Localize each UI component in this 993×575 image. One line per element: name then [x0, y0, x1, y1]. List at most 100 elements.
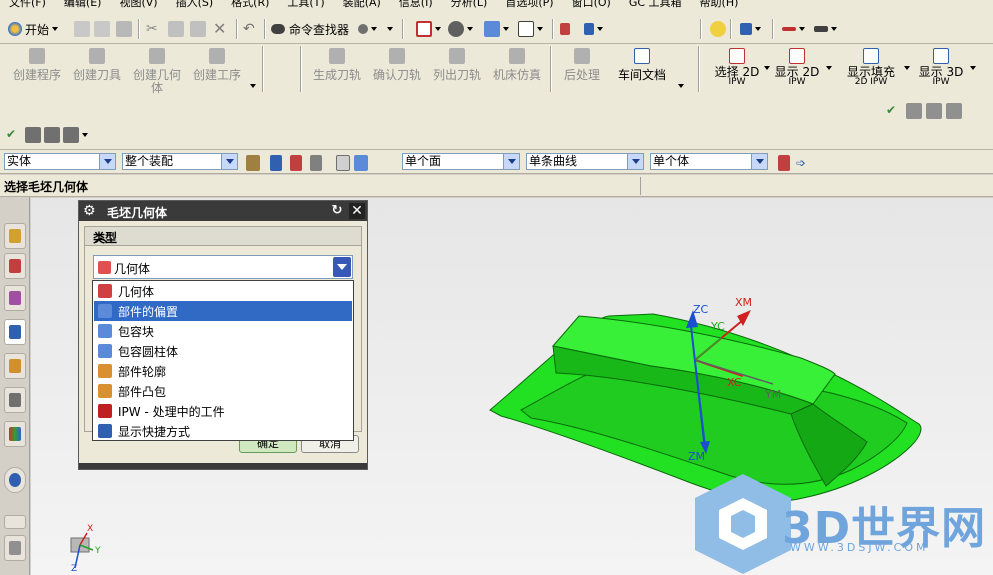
chevron-down-icon[interactable]: [333, 257, 351, 277]
chevron-down-icon[interactable]: [764, 66, 770, 70]
selection-extra-tools[interactable]: ➩: [778, 152, 806, 174]
resource-library[interactable]: [4, 353, 26, 379]
background-button[interactable]: [518, 18, 543, 40]
menu-item[interactable]: 视图(V): [110, 0, 166, 9]
list-path-button[interactable]: 列出刀轨: [430, 46, 484, 94]
machine-sim-button[interactable]: 机床仿真: [490, 46, 544, 94]
new-file-button[interactable]: [74, 18, 90, 40]
resource-process[interactable]: [4, 387, 26, 413]
type-group-header[interactable]: 类型 ︿: [84, 226, 362, 246]
show-3d-ipw-button[interactable]: 显示 3D IPW: [916, 46, 966, 94]
render-style-button[interactable]: [448, 18, 473, 40]
postprocess-button[interactable]: 后处理: [558, 46, 606, 94]
dropdown-option[interactable]: 显示快捷方式: [94, 421, 352, 441]
create-operation-button[interactable]: 创建工序: [190, 46, 244, 94]
open-file-button[interactable]: [94, 18, 110, 40]
menu-item[interactable]: 编辑(E): [55, 0, 111, 9]
chevron-up-icon[interactable]: ︿: [93, 228, 109, 244]
menu-item[interactable]: GC 工具箱: [620, 0, 691, 9]
menu-item[interactable]: 帮助(H): [691, 0, 748, 9]
save-button[interactable]: [116, 18, 132, 40]
start-button[interactable]: 开始: [8, 18, 59, 40]
snap-button[interactable]: [560, 18, 603, 40]
cue-text: 选择毛坯几何体: [4, 180, 89, 194]
filter-tools[interactable]: [246, 152, 368, 174]
menu-item[interactable]: 信息(I): [390, 0, 442, 9]
resource-operation-nav[interactable]: [4, 319, 26, 345]
type-select[interactable]: 几何体: [93, 255, 353, 279]
resource-roles[interactable]: [4, 535, 26, 561]
menu-item[interactable]: 文件(F): [0, 0, 55, 9]
chevron-down-icon: [467, 27, 473, 31]
tool-icon: [906, 103, 922, 119]
dropdown-option[interactable]: 包容圆柱体: [94, 341, 352, 361]
shop-doc-label: 车间文档: [617, 68, 666, 82]
menu-item[interactable]: 分析(L): [442, 0, 497, 9]
cam-settings-button[interactable]: [710, 18, 726, 40]
view-orientation-button[interactable]: [484, 18, 509, 40]
body-rule-dropdown[interactable]: 单个体: [650, 153, 768, 170]
select-2d-ipw-button[interactable]: 选择 2D IPW: [712, 46, 762, 94]
command-finder-button[interactable]: 命令查找器: [271, 18, 349, 40]
cut-button[interactable]: ✂: [146, 18, 162, 40]
menu-item[interactable]: 装配(A): [334, 0, 390, 9]
dropdown-option[interactable]: 部件凸包: [94, 381, 352, 401]
chevron-down-icon: [503, 27, 509, 31]
chevron-down-icon[interactable]: [250, 84, 256, 88]
scope-dropdown[interactable]: 整个装配: [122, 153, 238, 170]
close-icon[interactable]: ✕: [349, 203, 365, 219]
generate-path-button[interactable]: 生成刀轨: [310, 46, 364, 94]
chevron-down-icon: [799, 27, 805, 31]
layout-button[interactable]: [416, 18, 441, 40]
resource-part-nav[interactable]: [4, 285, 26, 311]
chevron-down-icon: [371, 27, 377, 31]
paste-button[interactable]: [190, 18, 206, 40]
measure-button[interactable]: [782, 18, 805, 40]
reset-icon[interactable]: ↻: [329, 203, 345, 219]
delete-button[interactable]: ✕: [213, 18, 229, 40]
chevron-down-icon[interactable]: [904, 66, 910, 70]
menu-item[interactable]: 格式(R): [222, 0, 278, 9]
shop-doc-button[interactable]: 车间文档: [614, 46, 670, 94]
dropdown-option[interactable]: 部件轮廓: [94, 361, 352, 381]
chevron-down-icon[interactable]: [970, 66, 976, 70]
dropdown-option[interactable]: 包容块: [94, 321, 352, 341]
chevron-down-icon[interactable]: [826, 66, 832, 70]
chevron-down-icon[interactable]: [678, 84, 684, 88]
menu-item[interactable]: 工具(T): [278, 0, 333, 9]
ruler-button[interactable]: [814, 18, 837, 40]
feature-button[interactable]: [740, 18, 761, 40]
snap-point-icon: [270, 155, 282, 171]
copy-button[interactable]: [168, 18, 184, 40]
dropdown-option[interactable]: 部件的偏置: [94, 301, 352, 321]
menu-item[interactable]: 首选项(P): [496, 0, 562, 9]
resource-assembly-nav[interactable]: [4, 223, 26, 249]
type-filter-dropdown[interactable]: 实体: [4, 153, 116, 170]
curve-rule-dropdown[interactable]: 单条曲线: [526, 153, 644, 170]
gear-icon[interactable]: ⚙: [83, 203, 99, 219]
create-tool-icon: [89, 48, 105, 64]
separator: [138, 19, 140, 39]
create-program-button[interactable]: 创建程序: [10, 46, 64, 94]
show-2d-ipw-button[interactable]: 显示 2D IPW: [772, 46, 822, 94]
resource-constraint-nav[interactable]: [4, 253, 26, 279]
verify-path-button[interactable]: 确认刀轨: [370, 46, 424, 94]
create-tool-button[interactable]: 创建刀具: [70, 46, 124, 94]
nav-tools-group[interactable]: ✔: [6, 124, 88, 146]
resource-scroll[interactable]: [4, 515, 26, 529]
menu-item[interactable]: 窗口(O): [563, 0, 620, 9]
dropdown-option[interactable]: IPW - 处理中的工件: [94, 401, 352, 421]
menu-item[interactable]: 插入(S): [167, 0, 223, 9]
undo-button[interactable]: ↶: [243, 18, 259, 40]
create-geometry-button[interactable]: 创建几何 体: [130, 46, 184, 94]
dropdown-option[interactable]: 几何体: [94, 281, 352, 301]
resource-history[interactable]: [4, 467, 26, 493]
face-rule-dropdown[interactable]: 单个面: [402, 153, 520, 170]
selection-options-button[interactable]: [358, 18, 377, 40]
show-fill-ipw-button[interactable]: 显示填充 2D IPW: [842, 46, 900, 94]
more-button[interactable]: [384, 18, 393, 40]
render-icon: [448, 21, 464, 37]
ipw-tools-group[interactable]: ✔: [886, 100, 962, 122]
resource-palette[interactable]: [4, 421, 26, 447]
xm-label: XM: [735, 296, 753, 309]
